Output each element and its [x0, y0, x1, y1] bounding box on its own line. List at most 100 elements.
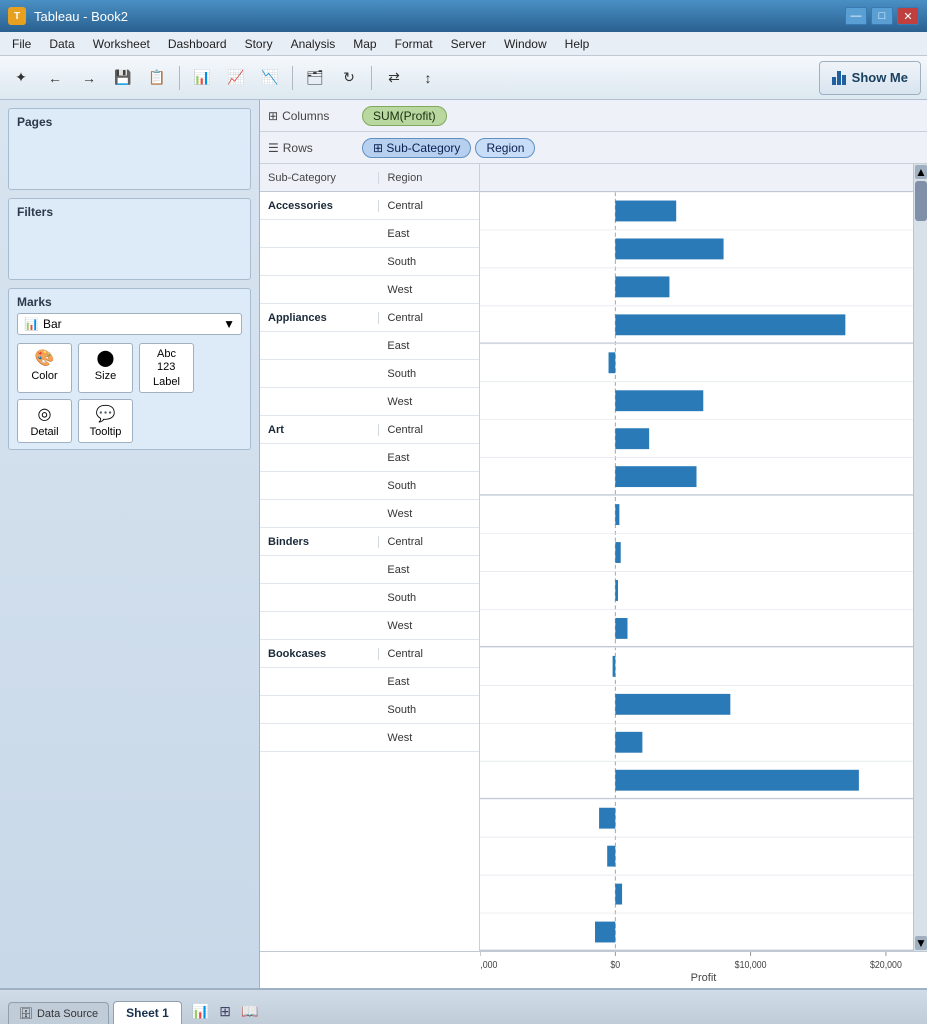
dropdown-arrow-icon: ▼: [223, 317, 235, 331]
bottom-bar: 🗄 Data Source Sheet 1 📊 ⊞ 📖: [0, 988, 927, 1024]
region-pill[interactable]: Region: [475, 138, 535, 158]
menu-story[interactable]: Story: [237, 35, 281, 53]
menu-bar: File Data Worksheet Dashboard Story Anal…: [0, 32, 927, 56]
art-central-row: Art Central: [260, 416, 479, 444]
subcategory-pill[interactable]: ⊞ Sub-Category: [362, 138, 471, 158]
new-worksheet-button[interactable]: 📊: [190, 999, 211, 1024]
new-datasource-button[interactable]: 📋: [142, 63, 172, 93]
data-button[interactable]: 🗂: [300, 63, 330, 93]
columns-shelf: ⊞ Columns SUM(Profit): [260, 100, 927, 132]
show-me-label: Show Me: [852, 70, 908, 85]
svg-text:-$10,000: -$10,000: [480, 958, 497, 970]
south-label-2: South: [379, 368, 479, 380]
x-axis: -$10,000$0$10,000$20,000 Profit: [260, 951, 927, 988]
west-label-1: West: [379, 284, 479, 296]
label-icon: Abc123: [157, 348, 176, 374]
rows-shelf: ☰ Rows ⊞ Sub-Category Region: [260, 132, 927, 164]
axis-ticks: -$10,000$0$10,000$20,000: [480, 952, 927, 972]
row-header: Sub-Category Region: [260, 164, 479, 192]
datasource-tab[interactable]: 🗄 Data Source: [8, 1002, 109, 1024]
bar-chart-svg: [480, 192, 913, 951]
size-icon: ⬤: [97, 348, 115, 368]
datasource-icon: 🗄: [19, 1007, 33, 1020]
left-panel: Pages Filters Marks 📊 Bar ▼ 🎨 Color: [0, 100, 260, 988]
accessories-label: Accessories: [260, 200, 379, 212]
label-button[interactable]: Abc123 Label: [139, 343, 194, 393]
south-label-4: South: [379, 592, 479, 604]
tab-action-buttons: 📊 ⊞ 📖: [190, 999, 261, 1024]
toolbar: ✦ ← → 💾 📋 📊 📈 📉 🗂 ↻ ⇄ ↕ Show Me: [0, 56, 927, 100]
sheet-tab[interactable]: Sheet 1: [113, 1001, 182, 1024]
scroll-down-button[interactable]: ▼: [915, 936, 927, 950]
refresh-button[interactable]: ↻: [334, 63, 364, 93]
menu-analysis[interactable]: Analysis: [283, 35, 344, 53]
chart-type-3-button[interactable]: 📉: [255, 63, 285, 93]
detail-icon: ◎: [38, 404, 52, 424]
menu-data[interactable]: Data: [41, 35, 82, 53]
detail-button[interactable]: ◎ Detail: [17, 399, 72, 443]
binders-label: Binders: [260, 536, 379, 548]
forward-button[interactable]: →: [74, 63, 104, 93]
columns-grid-icon: ⊞: [268, 109, 278, 123]
size-button[interactable]: ⬤ Size: [78, 343, 133, 393]
south-label-1: South: [379, 256, 479, 268]
menu-worksheet[interactable]: Worksheet: [85, 35, 158, 53]
home-button[interactable]: ✦: [6, 63, 36, 93]
new-dashboard-button[interactable]: ⊞: [217, 999, 233, 1024]
chart-type-button[interactable]: 📊: [187, 63, 217, 93]
south-label-5: South: [379, 704, 479, 716]
vertical-scrollbar[interactable]: ▲ ▼: [913, 164, 927, 951]
bookcases-label: Bookcases: [260, 648, 379, 660]
detail-label: Detail: [30, 426, 58, 438]
color-button[interactable]: 🎨 Color: [17, 343, 72, 393]
show-me-button[interactable]: Show Me: [819, 61, 921, 95]
minimize-button[interactable]: —: [845, 7, 867, 25]
marks-type-dropdown[interactable]: 📊 Bar ▼: [17, 313, 242, 335]
east-label-5: East: [379, 676, 479, 688]
marks-buttons: 🎨 Color ⬤ Size Abc123 Label ◎ Detail 💬: [17, 343, 242, 443]
menu-dashboard[interactable]: Dashboard: [160, 35, 235, 53]
south-label-3: South: [379, 480, 479, 492]
close-button[interactable]: ✕: [897, 7, 919, 25]
scroll-thumb[interactable]: [915, 181, 927, 221]
pages-section: Pages: [8, 108, 251, 190]
art-south-row: South: [260, 472, 479, 500]
chart-container: Sub-Category Region Accessories Central: [260, 164, 927, 988]
menu-server[interactable]: Server: [443, 35, 494, 53]
bar-chart-icon: 📊: [24, 317, 39, 331]
west-label-4: West: [379, 620, 479, 632]
window-controls[interactable]: — □ ✕: [845, 7, 919, 25]
chart-type-2-button[interactable]: 📈: [221, 63, 251, 93]
menu-map[interactable]: Map: [345, 35, 384, 53]
appliances-east-row: East: [260, 332, 479, 360]
tooltip-button[interactable]: 💬 Tooltip: [78, 399, 133, 443]
app-icon: T: [8, 7, 26, 25]
sort-button[interactable]: ↕: [413, 63, 443, 93]
color-label: Color: [31, 370, 57, 382]
menu-help[interactable]: Help: [557, 35, 598, 53]
west-label-3: West: [379, 508, 479, 520]
binders-south-row: South: [260, 584, 479, 612]
bookcases-central-row: Bookcases Central: [260, 640, 479, 668]
pages-title: Pages: [17, 115, 242, 129]
binders-central-row: Binders Central: [260, 528, 479, 556]
scroll-up-button[interactable]: ▲: [915, 165, 927, 179]
save-button[interactable]: 💾: [108, 63, 138, 93]
appliances-west-row: West: [260, 388, 479, 416]
accessories-west-row: West: [260, 276, 479, 304]
menu-window[interactable]: Window: [496, 35, 555, 53]
toolbar-separator-1: [179, 66, 180, 90]
menu-file[interactable]: File: [4, 35, 39, 53]
new-story-button[interactable]: 📖: [239, 999, 260, 1024]
filters-title: Filters: [17, 205, 242, 219]
tooltip-label: Tooltip: [90, 426, 122, 438]
sum-profit-pill[interactable]: SUM(Profit): [362, 106, 447, 126]
swap-button[interactable]: ⇄: [379, 63, 409, 93]
svg-text:$10,000: $10,000: [735, 958, 767, 970]
back-button[interactable]: ←: [40, 63, 70, 93]
maximize-button[interactable]: □: [871, 7, 893, 25]
region-header: Region: [379, 172, 479, 184]
columns-label: ⊞ Columns: [268, 109, 358, 123]
menu-format[interactable]: Format: [387, 35, 441, 53]
window-title: Tableau - Book2: [34, 9, 837, 24]
